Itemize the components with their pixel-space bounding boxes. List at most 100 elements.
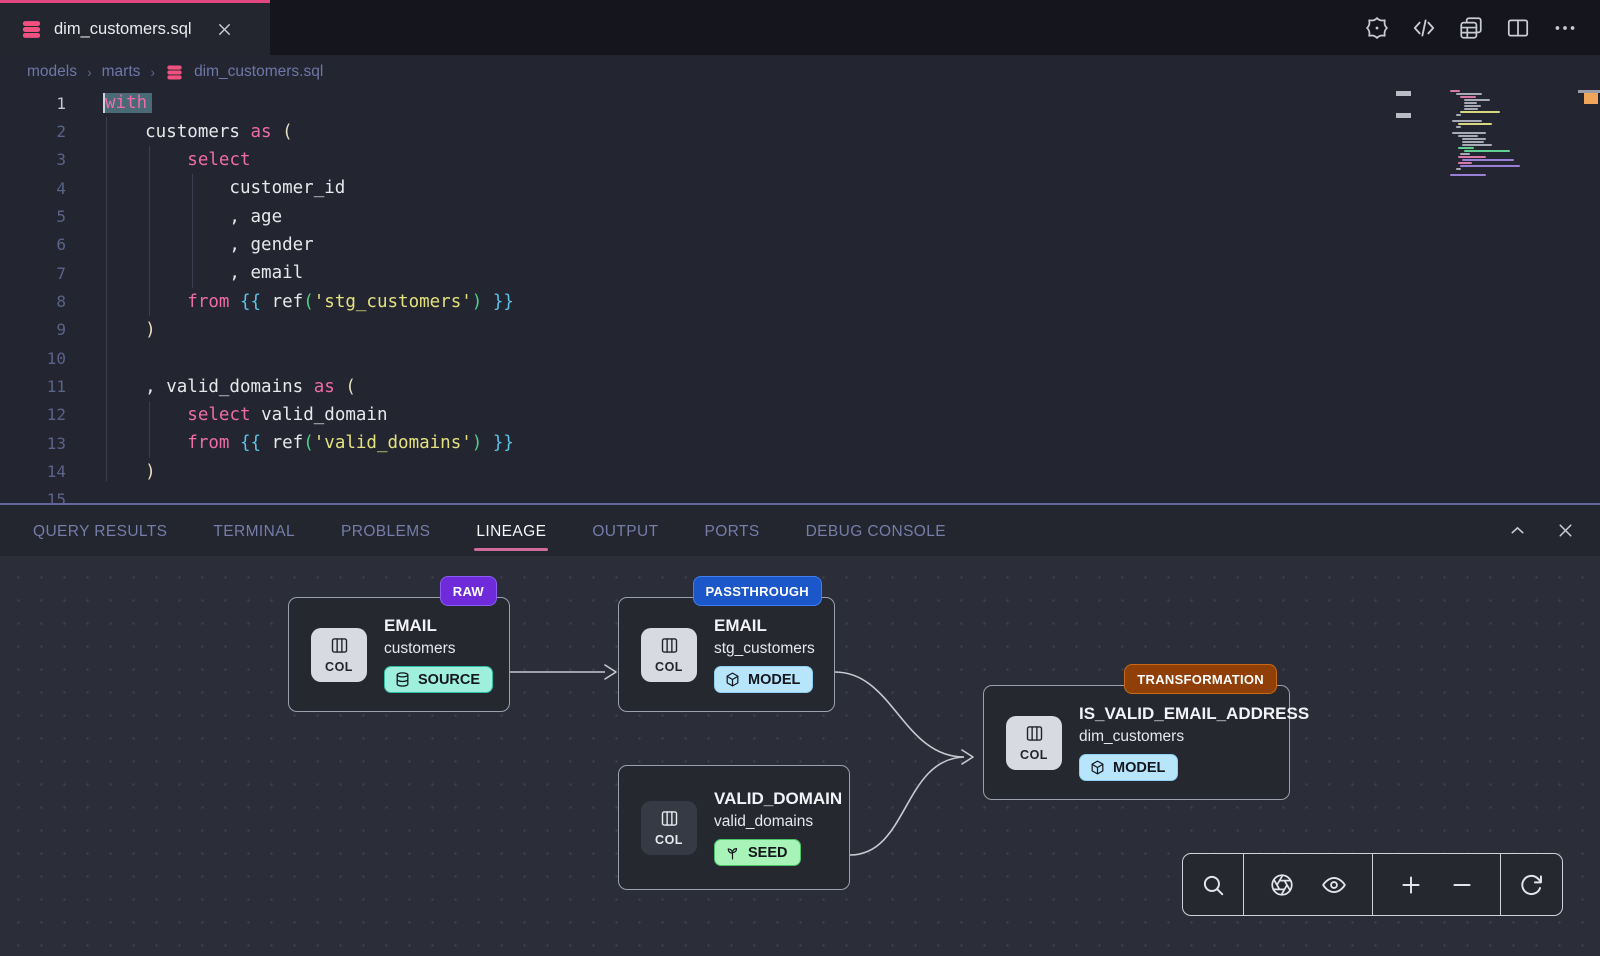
breadcrumb-item-models[interactable]: models: [27, 63, 77, 81]
code-line[interactable]: 8 from {{ ref('stg_customers') }}: [0, 287, 1600, 315]
search-icon[interactable]: [1200, 872, 1226, 898]
breadcrumb-item-marts[interactable]: marts: [102, 63, 141, 81]
lineage-node-customers[interactable]: RAWCOLEMAILcustomersSOURCE: [288, 597, 510, 712]
minimap-line: [1464, 108, 1478, 110]
lineage-node-stg_customers[interactable]: PASSTHROUGHCOLEMAILstg_customersMODEL: [618, 597, 835, 712]
node-body: EMAILstg_customersMODEL: [714, 616, 815, 693]
code-token: [103, 405, 187, 425]
code-token: ): [145, 320, 156, 340]
overview-ruler-marker: [1584, 93, 1598, 104]
more-icon[interactable]: [1552, 15, 1578, 41]
code-line[interactable]: 9 ): [0, 316, 1600, 344]
line-number: 9: [0, 320, 66, 339]
category-badge-transformation: TRANSFORMATION: [1124, 664, 1277, 694]
lineage-canvas[interactable]: RAWCOLEMAILcustomersSOURCEPASSTHROUGHCOL…: [0, 556, 1600, 956]
type-badge-seed: SEED: [714, 839, 801, 866]
code-line[interactable]: 6 , gender: [0, 231, 1600, 259]
panel-tabs: QUERY RESULTS TERMINAL PROBLEMS LINEAGE OUTP…: [33, 508, 946, 554]
node-model-name: dim_customers: [1079, 728, 1309, 746]
code-line[interactable]: 13 from {{ ref('valid_domains') }}: [0, 429, 1600, 457]
node-column-name: EMAIL: [714, 616, 815, 636]
code-text: , gender: [66, 235, 314, 255]
column-chip-label: COL: [655, 833, 683, 847]
minimap-line: [1464, 102, 1477, 104]
line-number: 8: [0, 292, 66, 311]
tab-dim-customers[interactable]: dim_customers.sql: [0, 0, 270, 55]
app-window: dim_customers.sql models›marts›dim_custo…: [0, 0, 1600, 956]
dbt-logo-icon[interactable]: [1364, 15, 1390, 41]
panel-tab-bar: QUERY RESULTS TERMINAL PROBLEMS LINEAGE OUTP…: [0, 505, 1600, 556]
code-token: customer_id: [103, 178, 345, 198]
panel-tab-ports[interactable]: PORTS: [704, 508, 759, 554]
breadcrumb-item-file[interactable]: dim_customers.sql: [194, 63, 323, 81]
minimap-line: [1464, 150, 1510, 152]
eye-icon[interactable]: [1321, 872, 1347, 898]
indent-guide: [106, 117, 107, 481]
close-tab-icon[interactable]: [215, 20, 234, 39]
line-number: 15: [0, 490, 66, 504]
lineage-node-valid_domains[interactable]: COLVALID_DOMAINvalid_domainsSEED: [618, 765, 850, 890]
node-column-name: IS_VALID_EMAIL_ADDRESS: [1079, 704, 1309, 724]
panel-tab-terminal[interactable]: TERMINAL: [213, 508, 295, 554]
code-token: (: [303, 292, 314, 312]
code-token: with: [103, 93, 152, 113]
code-token: 'stg_customers': [314, 292, 472, 312]
minimap-line: [1462, 141, 1484, 143]
panel-tab-problems[interactable]: PROBLEMS: [341, 508, 430, 554]
code-editor[interactable]: 1 with 2 customers as (3 select4 customer_…: [0, 89, 1600, 504]
code-token: as: [314, 377, 346, 397]
code-token: (: [303, 433, 314, 453]
code-token: [103, 150, 187, 170]
minimap-line: [1462, 144, 1492, 146]
code-token: 'valid_domains': [314, 433, 472, 453]
node-model-name: customers: [384, 640, 493, 658]
code-line[interactable]: 10: [0, 344, 1600, 372]
line-number: 5: [0, 207, 66, 226]
code-line[interactable]: 11 , valid_domains as (: [0, 372, 1600, 400]
lineage-node-dim_customers[interactable]: TRANSFORMATIONCOLIS_VALID_EMAIL_ADDRESSd…: [983, 685, 1290, 800]
minimap-line: [1458, 123, 1492, 125]
aperture-icon[interactable]: [1269, 872, 1295, 898]
minus-icon[interactable]: [1449, 872, 1475, 898]
code-line[interactable]: 7 , email: [0, 259, 1600, 287]
refresh-icon[interactable]: [1518, 872, 1544, 898]
code-line[interactable]: 15: [0, 486, 1600, 504]
close-icon[interactable]: [1555, 520, 1576, 541]
columns-icon: [659, 808, 680, 834]
seed-icon: [724, 844, 741, 861]
panel-tab-output[interactable]: OUTPUT: [592, 508, 658, 554]
code-text: with: [66, 93, 152, 113]
type-badge-source: SOURCE: [384, 666, 493, 693]
panel-tab-query-results[interactable]: QUERY RESULTS: [33, 508, 167, 554]
panel-tab-lineage[interactable]: LINEAGE: [476, 508, 546, 554]
code-token: [103, 462, 145, 482]
line-number: 1: [0, 94, 66, 113]
code-lines: 1 with 2 customers as (3 select4 customer_…: [0, 89, 1600, 504]
minimap-selection-mark: [1396, 113, 1411, 118]
minimap-line: [1456, 114, 1461, 116]
cube-icon: [724, 671, 741, 688]
column-chip: COL: [1006, 716, 1062, 770]
code-line[interactable]: 1 with: [0, 89, 1600, 117]
table-copy-icon[interactable]: [1458, 15, 1484, 41]
chevron-up-icon[interactable]: [1507, 520, 1528, 541]
node-model-name: valid_domains: [714, 813, 842, 831]
node-body: EMAILcustomersSOURCE: [384, 616, 493, 693]
plus-icon[interactable]: [1398, 872, 1424, 898]
code-line[interactable]: 12 select valid_domain: [0, 401, 1600, 429]
code-token: (: [345, 377, 356, 397]
code-icon[interactable]: [1411, 15, 1437, 41]
code-token: [103, 320, 145, 340]
code-line[interactable]: 5 , age: [0, 202, 1600, 230]
code-token: select: [187, 150, 250, 170]
code-line[interactable]: 14 ): [0, 457, 1600, 485]
code-token: , valid_domains: [103, 377, 314, 397]
minimap[interactable]: [1448, 90, 1568, 177]
panel-tab-debug-console[interactable]: DEBUG CONSOLE: [806, 508, 946, 554]
code-line[interactable]: 2 customers as (: [0, 117, 1600, 145]
line-number: 7: [0, 264, 66, 283]
code-line[interactable]: 3 select: [0, 146, 1600, 174]
code-line[interactable]: 4 customer_id: [0, 174, 1600, 202]
split-editor-icon[interactable]: [1505, 15, 1531, 41]
column-chip: COL: [641, 801, 697, 855]
